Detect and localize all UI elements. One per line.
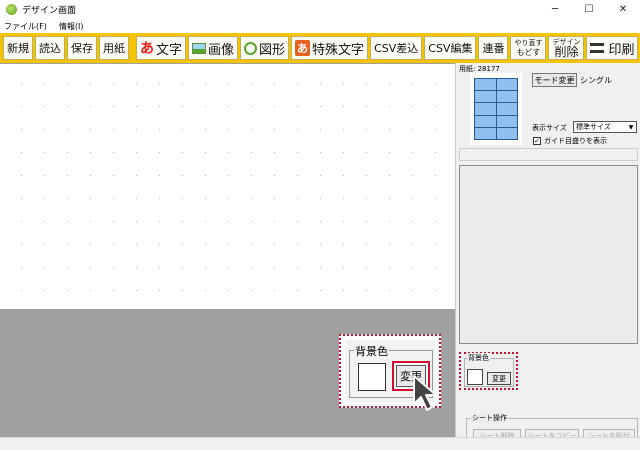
menu-file[interactable]: ファイル(F) [4,21,47,32]
design-delete-button[interactable]: デザイン 削除 [548,36,585,60]
display-size-select[interactable]: 標準サイズ ▼ [573,121,637,133]
landscape-image-icon [192,42,207,54]
design-delete-label: 削除 [554,44,579,59]
label-grid-preview [474,78,518,140]
mouse-cursor-icon [413,375,437,411]
thumb-cell [496,79,517,91]
shape-button-label: 図形 [259,42,286,58]
image-button-label: 画像 [208,42,235,58]
print-button[interactable]: 印刷 [586,36,639,60]
mode-value: シングル [580,76,612,85]
thumb-cell [475,103,496,115]
guide-checkbox-label: ガイド目盛りを表示 [544,137,607,145]
status-bar [0,437,640,450]
zoom-background-label: 背景色 [354,343,389,359]
hiragana-a-icon: あ [140,41,154,57]
menu-info[interactable]: 情報(I) [59,21,84,32]
thumb-cell [475,127,496,139]
thumb-cell [496,103,517,115]
guide-checkbox-row[interactable]: ✓ ガイド目盛りを表示 [533,136,607,146]
sheet-operations-legend: シート操作 [471,413,508,423]
thumb-cell [475,79,496,91]
text-button[interactable]: あ 文字 [136,36,187,60]
paper-button[interactable]: 用紙 [99,36,129,60]
thumb-cell [475,91,496,103]
csv-edit-button[interactable]: CSV編集 [424,36,477,60]
thumb-cell [496,91,517,103]
image-button[interactable]: 画像 [188,36,239,60]
paper-thumbnail[interactable] [470,73,522,145]
undo-button[interactable]: もどす [517,48,541,57]
print-label: 印刷 [608,42,635,58]
design-page[interactable] [0,64,455,309]
empty-field [459,148,638,161]
close-button[interactable]: ✕ [606,0,640,19]
circle-shape-icon [244,41,258,55]
window-title: デザイン画面 [22,6,77,16]
new-button[interactable]: 新規 [3,36,33,60]
text-button-label: 文字 [156,42,183,58]
csv-insert-button[interactable]: CSV差込 [370,36,423,60]
special-text-button[interactable]: あ 特殊文字 [291,36,369,60]
special-text-label: 特殊文字 [312,42,365,58]
thumb-cell [496,115,517,127]
display-size-label: 表示サイズ [532,124,567,132]
maximize-button[interactable]: ☐ [572,0,606,19]
display-size-value: 標準サイズ [576,123,611,131]
thumb-cell [496,127,517,139]
special-text-icon: あ [295,40,311,56]
print-icon [590,43,605,53]
app-icon [6,4,17,15]
save-button[interactable]: 保存 [67,36,97,60]
thumb-cell [475,115,496,127]
background-change-button[interactable]: 変更 [487,372,511,385]
properties-area: シート操作 シート削除 シートをコピー シートを貼付 [459,165,638,444]
dropdown-arrow-icon: ▼ [628,123,634,131]
load-button[interactable]: 読込 [35,36,65,60]
shape-button[interactable]: 図形 [240,36,290,60]
zoom-background-swatch [358,363,386,391]
menu-bar: ファイル(F) 情報(I) [0,19,640,33]
background-color-group: 背景色 変更 [464,353,514,387]
guide-checkbox[interactable]: ✓ [533,137,541,145]
title-bar: デザイン画面 ─ ☐ ✕ [0,0,640,19]
toolbar: 新規 読込 保存 用紙 あ 文字 画像 図形 あ 特殊文字 CSV差込 CSV編… [0,33,640,63]
redo-button[interactable]: やり直す [514,39,542,48]
redo-undo-buttons[interactable]: やり直す もどす [510,36,547,60]
minimize-button[interactable]: ─ [538,0,572,19]
background-color-swatch[interactable] [467,369,483,385]
background-color-highlight: 背景色 変更 [459,352,518,390]
mode-change-button[interactable]: モード変更 [532,73,577,87]
background-color-label: 背景色 [467,353,490,363]
serial-number-button[interactable]: 連番 [478,36,509,60]
